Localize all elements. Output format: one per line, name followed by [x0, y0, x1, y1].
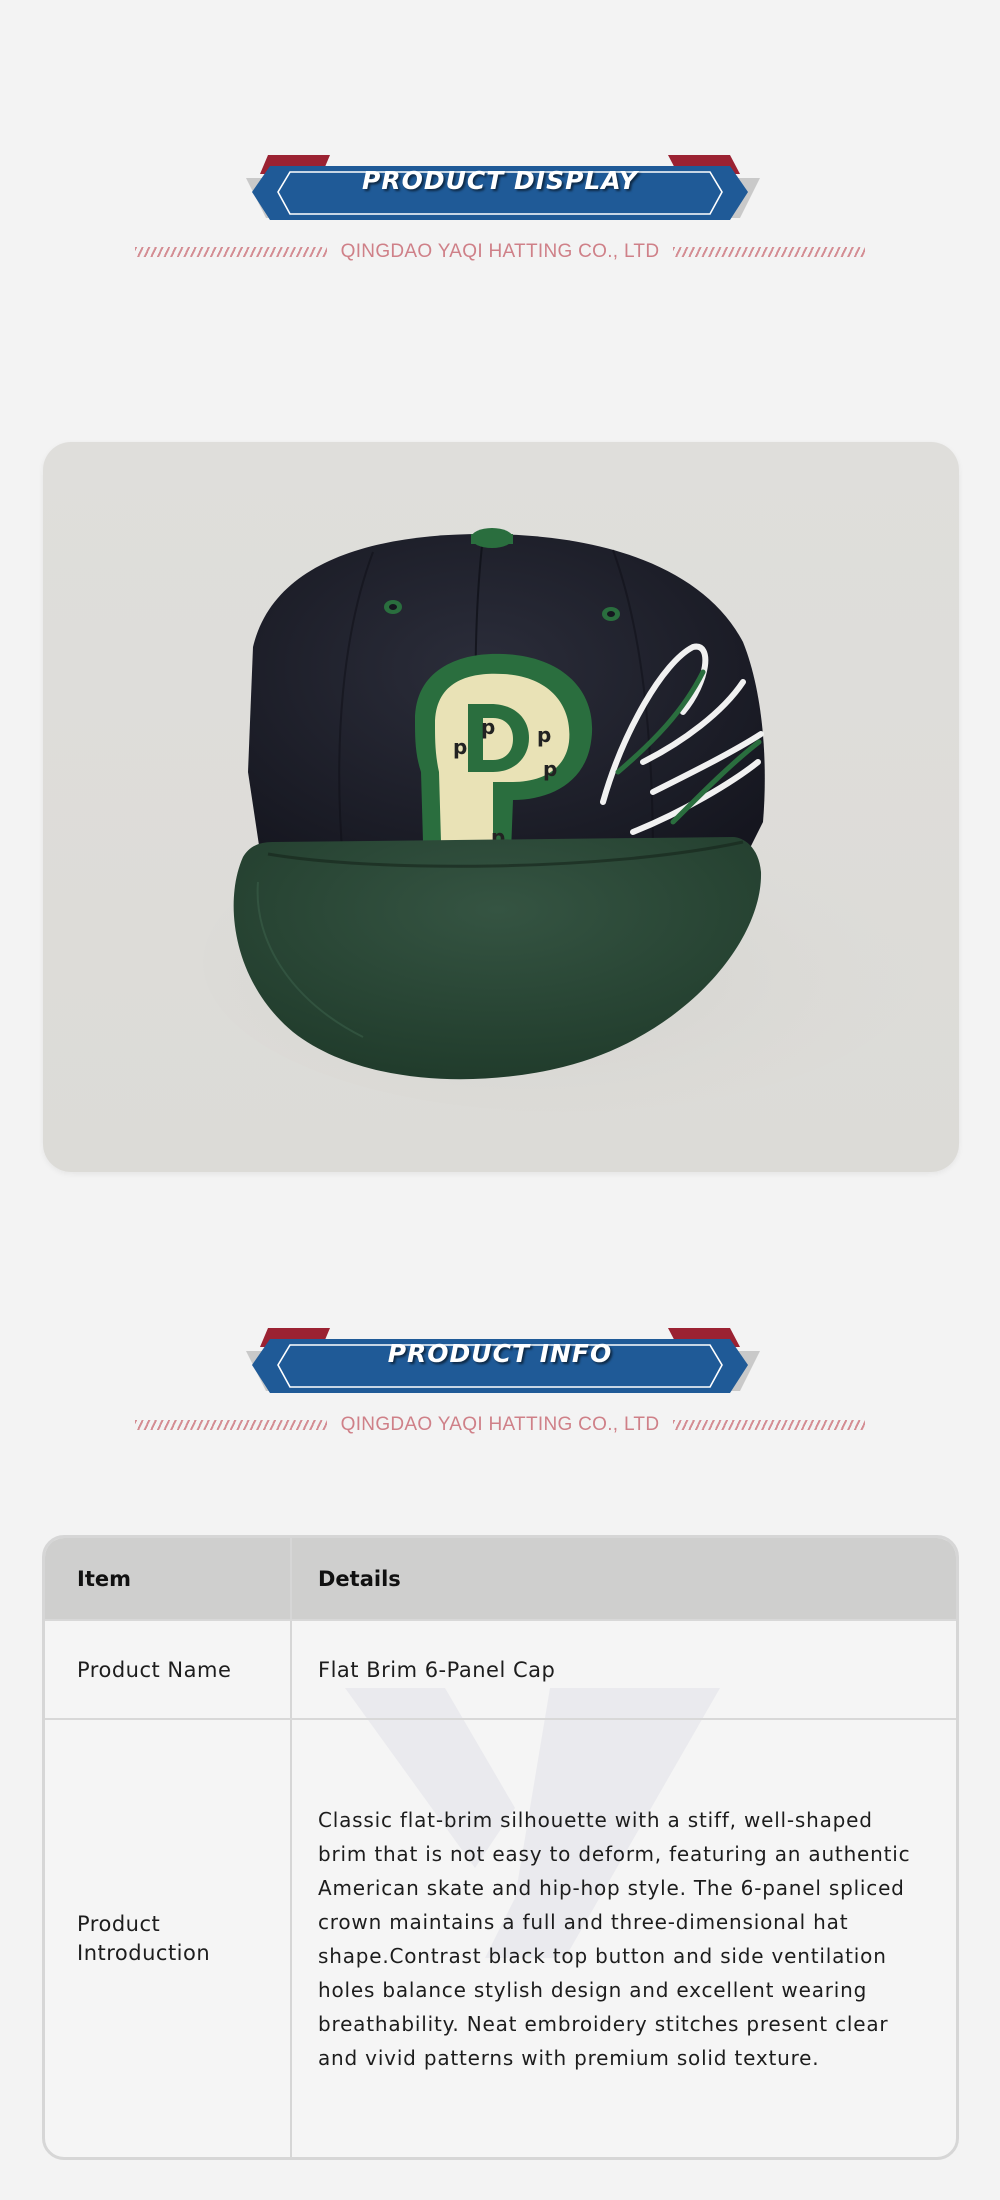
row-label-product-name: Product Name: [77, 1657, 232, 1682]
section-banner-display: PRODUCT DISPLAY QINGDAO YAQI HATTING CO.…: [0, 152, 1000, 282]
company-name: QINGDAO YAQI HATTING CO., LTD: [340, 241, 660, 262]
decorative-hatch-right: [673, 247, 866, 257]
decorative-hatch-right: [673, 1420, 866, 1430]
decorative-hatch-left: [134, 1420, 327, 1430]
decorative-hatch-left: [134, 247, 327, 257]
header-item: Item: [77, 1566, 131, 1591]
svg-text:p: p: [453, 735, 467, 759]
svg-text:p: p: [537, 723, 551, 747]
row-value-product-introduction: Classic flat-brim silhouette with a stif…: [318, 1807, 911, 2070]
table-row: Product Introduction Classic flat-brim s…: [45, 1718, 956, 2157]
svg-text:p: p: [543, 757, 557, 781]
company-name: QINGDAO YAQI HATTING CO., LTD: [340, 1414, 660, 1435]
section-title: PRODUCT DISPLAY: [362, 166, 638, 195]
row-value-product-name: Flat Brim 6-Panel Cap: [318, 1657, 556, 1682]
table-row: Product Name Flat Brim 6-Panel Cap: [45, 1619, 956, 1718]
svg-text:p: p: [481, 715, 495, 739]
product-info-table: Item Details Product Name Flat Brim 6-Pa…: [42, 1535, 959, 2160]
company-subline: QINGDAO YAQI HATTING CO., LTD: [0, 1411, 1000, 1439]
section-banner-info: PRODUCT INFO QINGDAO YAQI HATTING CO., L…: [0, 1325, 1000, 1455]
header-details: Details: [318, 1566, 401, 1591]
cap-illustration: p p p p p: [203, 528, 923, 1112]
row-label-product-introduction: Product Introduction: [77, 1911, 211, 1965]
product-photo: p p p p p: [43, 442, 959, 1172]
section-title: PRODUCT INFO: [387, 1339, 613, 1368]
table-header-row: Item Details: [45, 1538, 956, 1619]
company-subline: QINGDAO YAQI HATTING CO., LTD: [0, 238, 1000, 266]
